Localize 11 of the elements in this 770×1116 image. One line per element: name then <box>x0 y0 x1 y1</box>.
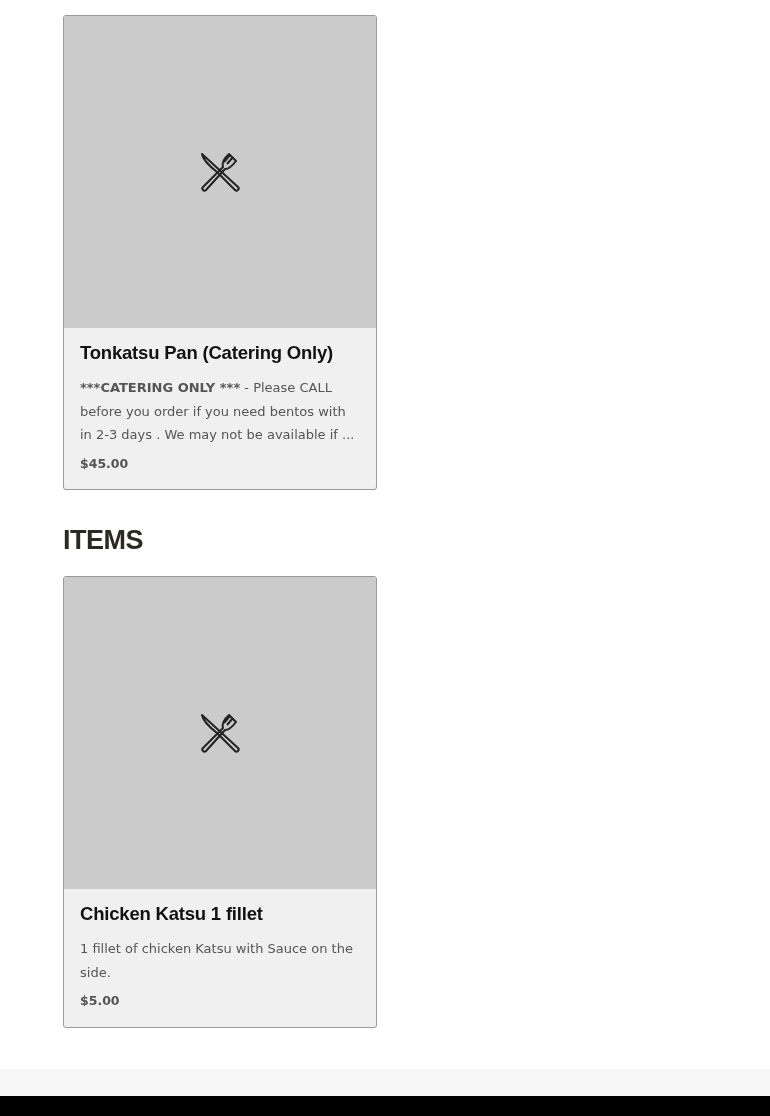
section-heading: ITEMS <box>63 524 144 557</box>
menu-item-card[interactable]: Chicken Katsu 1 fillet 1 fillet of chicken Katsu with Sauce on the side. $5.00 <box>63 575 377 1028</box>
item-price: $45.00 <box>80 454 130 473</box>
utensils-icon <box>199 711 241 754</box>
menu-item-card[interactable]: Tonkatsu Pan (Catering Only) ***CATERING ONLY *** - Please CALL before you order if you need bentos with in 2-3 days . We may not be available if ... $45.00 <box>63 15 377 491</box>
item-description: ***CATERING ONLY *** - Please CALL before you order if you need bentos with in 2-3 days . We may not be available if ... <box>80 379 356 445</box>
item-description: 1 fillet of chicken Katsu with Sauce on the side. <box>80 940 354 982</box>
item-name: Tonkatsu Pan (Catering Only) <box>80 342 335 365</box>
item-price: $5.00 <box>80 992 121 1010</box>
utensils-icon <box>199 151 241 193</box>
item-name: Chicken Katsu 1 fillet <box>80 902 264 925</box>
